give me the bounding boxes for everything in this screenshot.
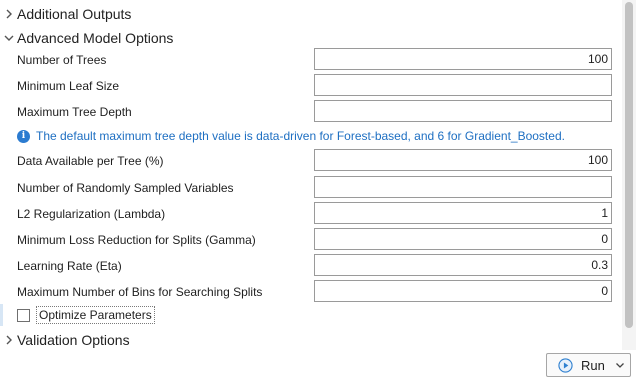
- tool-parameters-pane: Additional Outputs Advanced Model Option…: [0, 0, 622, 350]
- l2-regularization-input[interactable]: [314, 202, 612, 224]
- minimum-loss-reduction-input[interactable]: [314, 228, 612, 250]
- learning-rate-input[interactable]: [314, 254, 612, 276]
- chevron-down-icon[interactable]: [615, 360, 625, 370]
- info-message: i The default maximum tree depth value i…: [17, 128, 565, 144]
- data-available-per-tree-label: Data Available per Tree (%): [17, 154, 164, 168]
- run-button-label: Run: [581, 357, 605, 373]
- maximum-tree-depth-label: Maximum Tree Depth: [17, 105, 132, 119]
- section-title: Validation Options: [17, 332, 130, 348]
- info-message-text: The default maximum tree depth value is …: [36, 129, 565, 143]
- chevron-down-icon: [1, 30, 17, 46]
- minimum-leaf-size-label: Minimum Leaf Size: [17, 79, 120, 93]
- section-advanced-model-options[interactable]: Advanced Model Options: [0, 27, 173, 49]
- section-validation-options[interactable]: Validation Options: [0, 329, 130, 350]
- focus-indicator: [0, 304, 3, 326]
- number-of-trees-input[interactable]: [314, 48, 612, 70]
- minimum-leaf-size-input[interactable]: [314, 74, 612, 96]
- section-title: Additional Outputs: [17, 6, 132, 22]
- section-additional-outputs[interactable]: Additional Outputs: [0, 3, 131, 25]
- scrollbar-thumb[interactable]: [625, 2, 633, 328]
- info-icon: i: [17, 129, 30, 143]
- randomly-sampled-variables-label: Number of Randomly Sampled Variables: [17, 181, 234, 195]
- vertical-scrollbar[interactable]: [622, 0, 636, 350]
- run-button[interactable]: Run: [546, 353, 631, 377]
- number-of-trees-label: Number of Trees: [17, 53, 107, 67]
- run-play-icon: [558, 357, 573, 373]
- maximum-bins-label: Maximum Number of Bins for Searching Spl…: [17, 285, 263, 299]
- data-available-per-tree-input[interactable]: [314, 149, 612, 171]
- optimize-parameters-checkbox[interactable]: [17, 308, 30, 322]
- optimize-parameters-row[interactable]: Optimize Parameters: [0, 304, 155, 326]
- maximum-tree-depth-input[interactable]: [314, 100, 612, 122]
- section-title: Advanced Model Options: [17, 30, 174, 46]
- learning-rate-label: Learning Rate (Eta): [17, 259, 122, 273]
- l2-regularization-label: L2 Regularization (Lambda): [17, 207, 166, 221]
- optimize-parameters-label[interactable]: Optimize Parameters: [36, 306, 155, 324]
- chevron-right-icon: [1, 6, 17, 22]
- randomly-sampled-variables-input[interactable]: [314, 176, 612, 198]
- minimum-loss-reduction-label: Minimum Loss Reduction for Splits (Gamma…: [17, 233, 256, 247]
- chevron-right-icon: [1, 332, 17, 348]
- maximum-bins-input[interactable]: [314, 280, 612, 302]
